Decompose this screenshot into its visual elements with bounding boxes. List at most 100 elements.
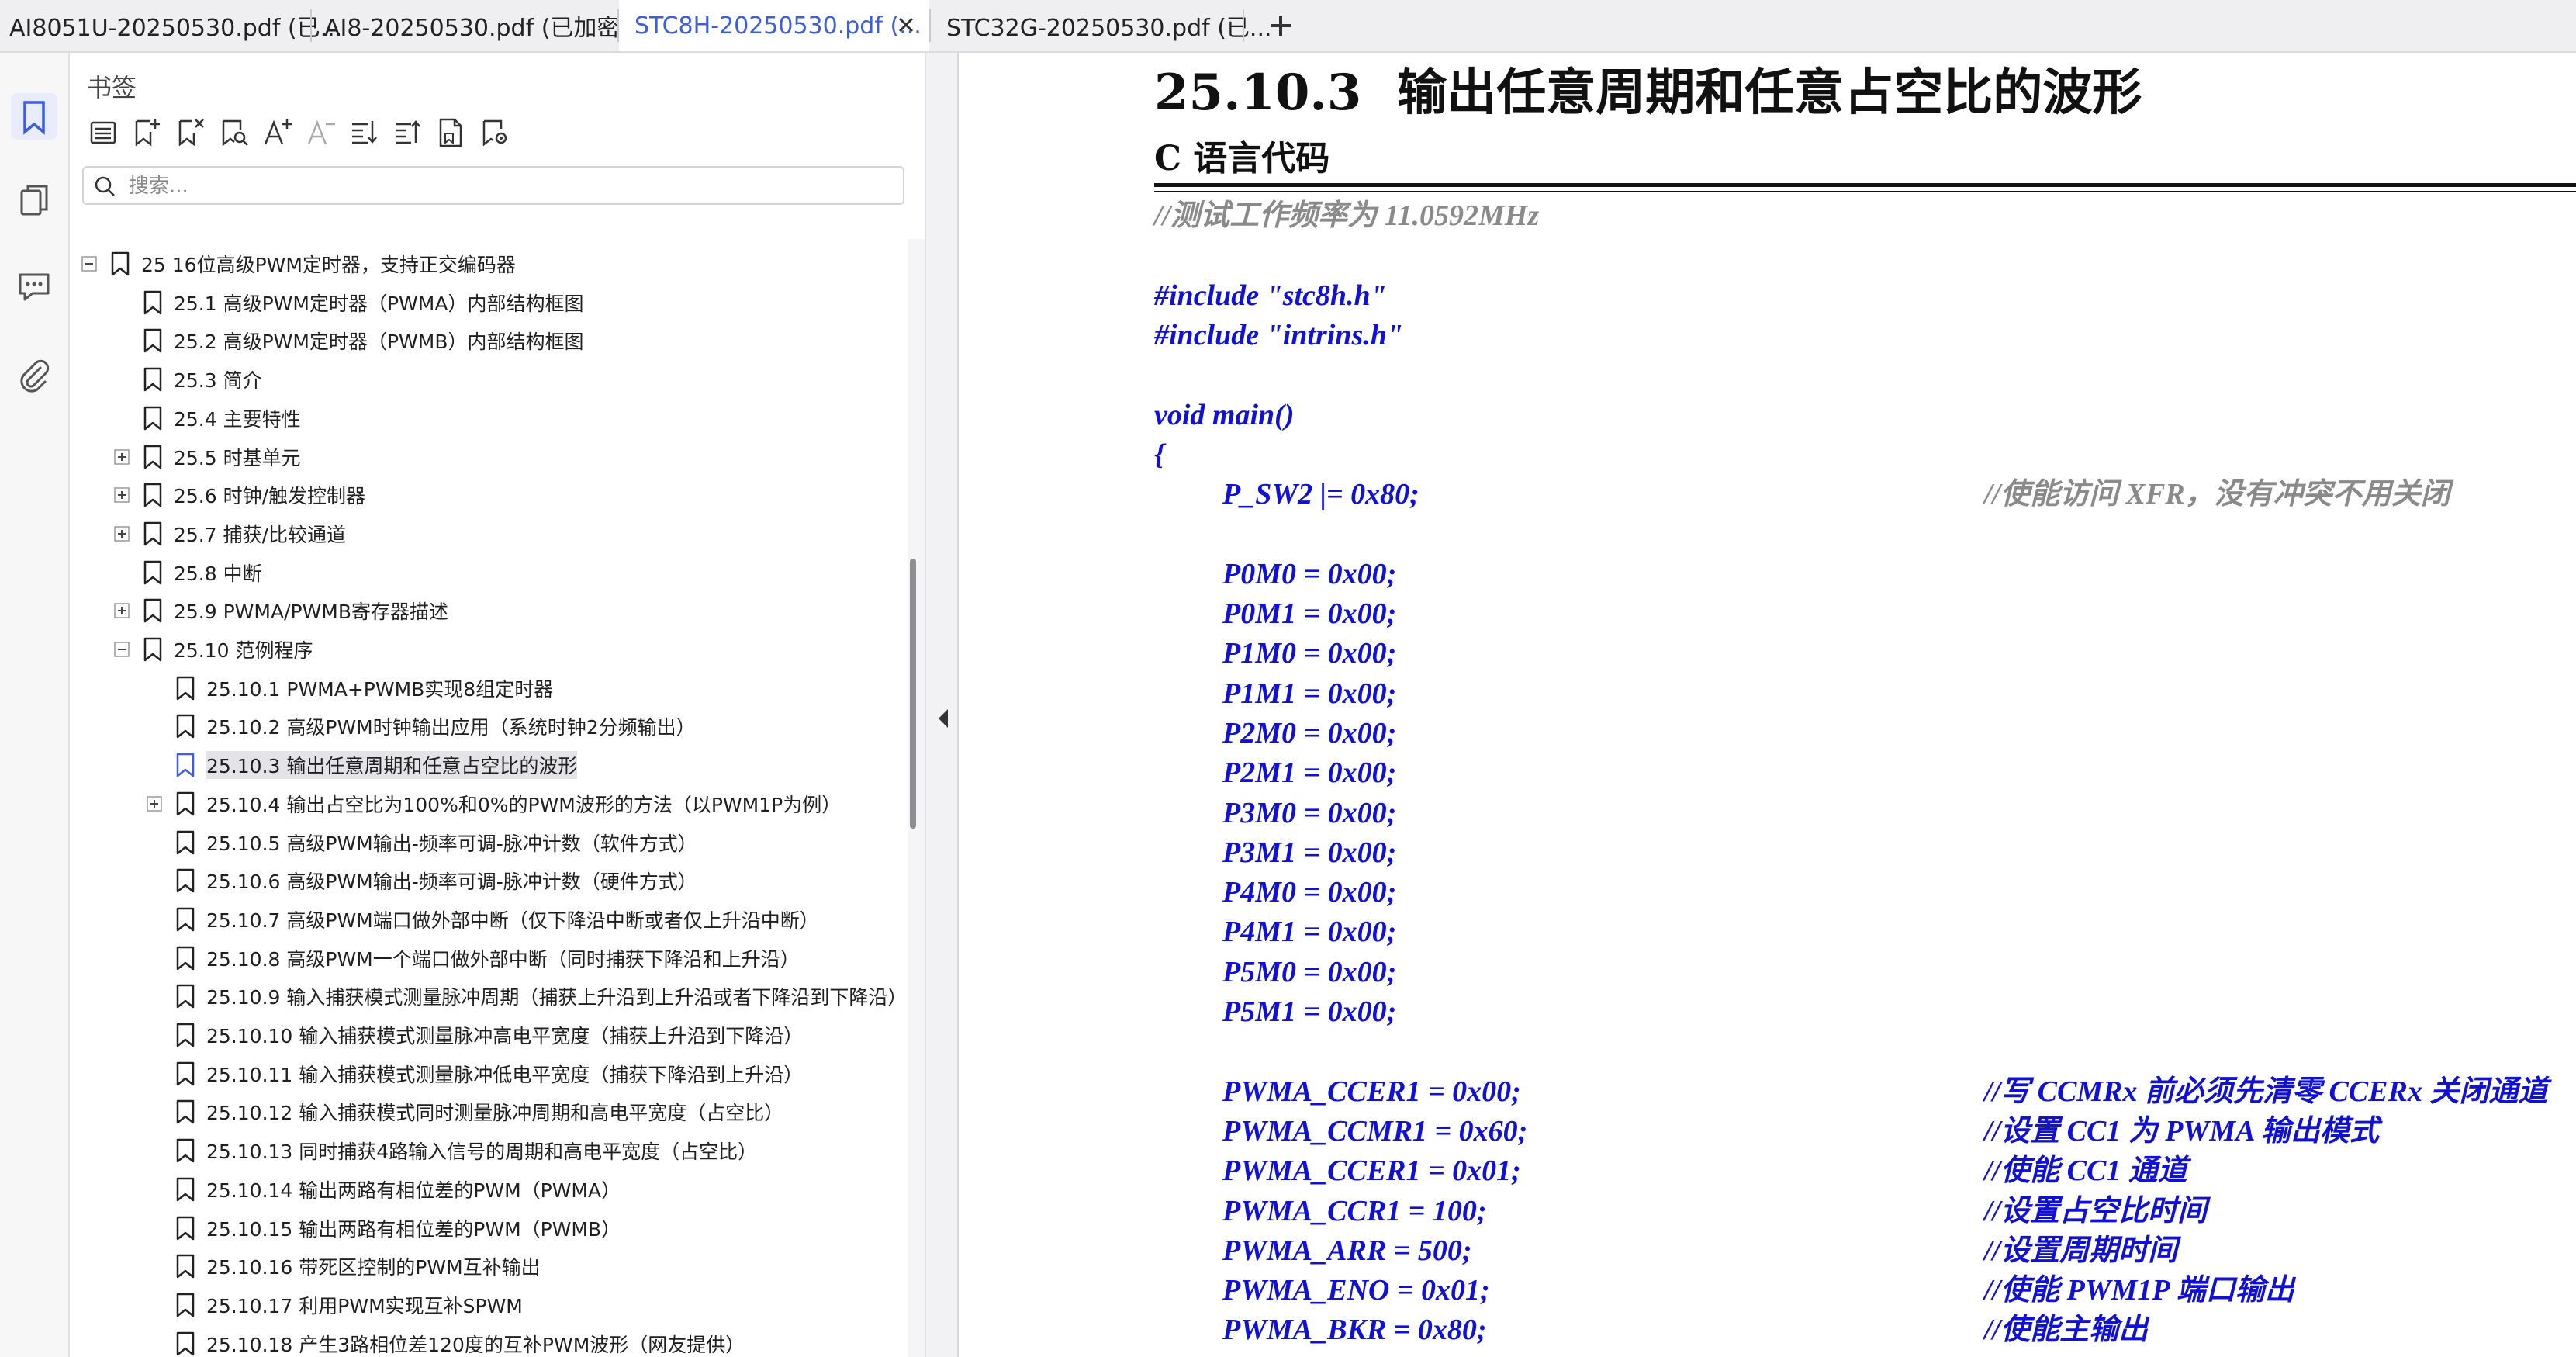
- code-line: P3M1 = 0x00;: [1222, 836, 1397, 869]
- bookmark-label: 25.10.11 输入捕获模式测量脉冲低电平宽度（捕获下降沿到上升沿）: [206, 1063, 804, 1086]
- collapse-panel-icon[interactable]: [934, 704, 953, 732]
- bookmark-label: 25.3 简介: [174, 369, 262, 393]
- heading-rule: [1154, 183, 2576, 187]
- font-decrease-icon[interactable]: [301, 113, 340, 152]
- bookmark-item[interactable]: 25.1 高级PWM定时器（PWMA）内部结构框图: [143, 284, 583, 321]
- bookmark-item[interactable]: 25.10.2 高级PWM时钟输出应用（系统时钟2分频输出）: [175, 708, 696, 745]
- bookmark-item[interactable]: 25.10.17 利用PWM实现互补SPWM: [175, 1286, 523, 1324]
- bookmark-item[interactable]: 25.10.10 输入捕获模式测量脉冲高电平宽度（捕获上升沿到下降沿）: [175, 1016, 803, 1054]
- bookmark-item[interactable]: 25.3 简介: [143, 361, 262, 398]
- expand-plus-icon[interactable]: [113, 448, 130, 466]
- bookmark-item[interactable]: 25.10.11 输入捕获模式测量脉冲低电平宽度（捕获下降沿到上升沿）: [175, 1055, 803, 1092]
- bookmark-label: 25.10.12 输入捕获模式同时测量脉冲周期和高电平宽度（占空比）: [206, 1102, 784, 1125]
- bookmark-item[interactable]: 25.10.14 输出两路有相位差的PWM（PWMA）: [175, 1171, 621, 1208]
- sidebar-rail: [0, 53, 70, 1357]
- bookmark-icon: [176, 985, 195, 1009]
- code-line: P0M1 = 0x00;: [1222, 597, 1397, 630]
- bookmark-label: 25.9 PWMA/PWMB寄存器描述: [174, 601, 449, 624]
- bookmark-item[interactable]: 25.10.15 输出两路有相位差的PWM（PWMB）: [175, 1210, 621, 1247]
- list-icon[interactable]: [84, 113, 123, 152]
- collapse-minus-icon[interactable]: [113, 641, 130, 658]
- tab-ai8[interactable]: AI8-20250530.pdf (已加密): [312, 0, 629, 51]
- bookmark-item[interactable]: 25.5 时基单元: [143, 438, 301, 476]
- tab-ai8051u[interactable]: AI8051U-20250530.pdf (已...: [0, 0, 342, 51]
- bookmark-item[interactable]: 25.10.12 输入捕获模式同时测量脉冲周期和高电平宽度（占空比）: [175, 1093, 783, 1130]
- collapse-all-icon[interactable]: [388, 113, 427, 152]
- bookmark-icon: [176, 1023, 195, 1047]
- panel-splitter[interactable]: [925, 53, 959, 1357]
- bookmark-item[interactable]: 25.10.3 输出任意周期和任意占空比的波形: [175, 746, 578, 784]
- bookmark-item[interactable]: 25.10 范例程序: [143, 631, 313, 668]
- bookmark-item[interactable]: 25.6 时钟/触发控制器: [143, 476, 365, 514]
- bookmark-item[interactable]: 25.10.16 带死区控制的PWM互补输出: [175, 1248, 541, 1285]
- code-comment: //测试工作频率为 11.0592MHz: [1154, 199, 1540, 232]
- bookmark-icon: [176, 1177, 195, 1202]
- tab-label: AI8051U-20250530.pdf (已...: [9, 15, 343, 42]
- rail-bookmarks-button[interactable]: [11, 93, 57, 140]
- expand-plus-icon[interactable]: [113, 602, 130, 619]
- add-bookmark-icon[interactable]: [127, 113, 166, 152]
- bookmark-label: 25.7 捕获/比较通道: [174, 523, 347, 546]
- bookmark-item[interactable]: 25.10.18 产生3路相位差120度的互补PWM波形（网友提供）: [175, 1325, 745, 1357]
- bookmark-item[interactable]: 25.10.8 高级PWM一个端口做外部中断（同时捕获下降沿和上升沿）: [175, 940, 800, 977]
- pages-icon: [20, 185, 48, 216]
- code-line: #include "intrins.h": [1154, 318, 1403, 351]
- code-line: PWMA_BKR = 0x80;: [1222, 1314, 1487, 1347]
- bookmark-icon: [143, 329, 162, 353]
- bookmark-icon: [176, 1138, 195, 1163]
- rail-comments-button[interactable]: [11, 262, 57, 309]
- expand-plus-icon[interactable]: [146, 795, 163, 812]
- bookmark-item[interactable]: 25.9 PWMA/PWMB寄存器描述: [143, 592, 448, 629]
- find-bookmark-icon[interactable]: [214, 113, 253, 152]
- bookmark-item[interactable]: 25.10.4 输出占空比为100%和0%的PWM波形的方法（以PWM1P为例）: [175, 785, 841, 822]
- code-line: PWMA_ARR = 500;: [1222, 1234, 1472, 1267]
- bookmark-item[interactable]: 25.2 高级PWM定时器（PWMB）内部结构框图: [143, 322, 584, 359]
- expand-plus-icon[interactable]: [113, 525, 130, 542]
- bookmark-settings-icon[interactable]: [475, 113, 513, 152]
- bookmark-item[interactable]: 25.7 捕获/比较通道: [143, 515, 346, 552]
- bookmark-item[interactable]: 25.10.6 高级PWM输出-频率可调-脉冲计数（硬件方式）: [175, 862, 697, 899]
- code-line: P2M1 = 0x00;: [1222, 756, 1397, 790]
- collapse-minus-icon[interactable]: [81, 255, 98, 272]
- bookmark-label: 25.10.7 高级PWM端口做外部中断（仅下降沿中断或者仅上升沿中断）: [206, 909, 819, 932]
- bookmark-item[interactable]: 25.10.9 输入捕获模式测量脉冲周期（捕获上升沿到上升沿或者下降沿到下降沿）: [175, 978, 900, 1015]
- close-icon[interactable]: [892, 11, 920, 39]
- code-line: void main(): [1154, 398, 1295, 431]
- bookmark-item[interactable]: 25.10.13 同时捕获4路输入信号的周期和高电平宽度（占空比）: [175, 1132, 757, 1169]
- bookmark-label: 25.10.8 高级PWM一个端口做外部中断（同时捕获下降沿和上升沿）: [206, 947, 800, 971]
- bookmark-label: 25.10.9 输入捕获模式测量脉冲周期（捕获上升沿到上升沿或者下降沿到下降沿）: [206, 986, 900, 1009]
- bookmark-label: 25.10.14 输出两路有相位差的PWM（PWMA）: [206, 1179, 621, 1202]
- bookmark-item[interactable]: 25.4 主要特性: [143, 400, 301, 437]
- code-line: P1M1 = 0x00;: [1222, 677, 1397, 710]
- code-line: P4M0 = 0x00;: [1222, 876, 1397, 909]
- expand-all-icon[interactable]: [344, 113, 383, 152]
- code-line: P5M1 = 0x00;: [1222, 995, 1397, 1028]
- section-title: 输出任意周期和任意占空比的波形: [1397, 64, 2142, 122]
- bookmark-item[interactable]: 25.8 中断: [143, 554, 262, 591]
- code-line: P4M1 = 0x00;: [1222, 916, 1397, 949]
- pdf-page: 25.10.3 输出任意周期和任意占空比的波形 C 语言代码 //测试工作频率为 …: [959, 53, 2576, 1357]
- font-increase-icon[interactable]: [258, 113, 296, 152]
- rail-pages-button[interactable]: [11, 177, 57, 223]
- bookmark-item[interactable]: 25.10.5 高级PWM输出-频率可调-脉冲计数（软件方式）: [175, 824, 697, 861]
- search-input[interactable]: [127, 171, 890, 202]
- bookmark-search[interactable]: [82, 166, 904, 205]
- bookmark-page-icon[interactable]: [431, 113, 470, 152]
- scrollbar-thumb[interactable]: [910, 559, 916, 829]
- bookmark-icon: [143, 406, 162, 431]
- tab-stc32g[interactable]: STC32G-20250530.pdf (已...: [931, 0, 1272, 51]
- expand-plus-icon[interactable]: [113, 486, 130, 504]
- attachment-icon: [20, 359, 50, 393]
- bookmark-item[interactable]: 25 16位高级PWM定时器，支持正交编码器: [110, 245, 516, 282]
- tab-stc8h[interactable]: STC8H-20250530.pdf (...: [619, 0, 929, 51]
- rail-attachments-button[interactable]: [11, 352, 57, 399]
- new-tab-plus-icon[interactable]: [1264, 9, 1297, 42]
- bookmark-item[interactable]: 25.10.1 PWMA+PWMB实现8组定时器: [175, 670, 553, 707]
- bookmark-icon: [143, 483, 162, 507]
- bookmark-item[interactable]: 25.10.7 高级PWM端口做外部中断（仅下降沿中断或者仅上升沿中断）: [175, 901, 819, 938]
- bookmark-icon: [176, 715, 195, 739]
- bookmark-icon: [176, 1254, 195, 1279]
- delete-bookmark-icon[interactable]: [171, 113, 209, 152]
- bookmark-icon: [176, 1100, 195, 1124]
- section-number: 25.10.3: [1154, 64, 1362, 122]
